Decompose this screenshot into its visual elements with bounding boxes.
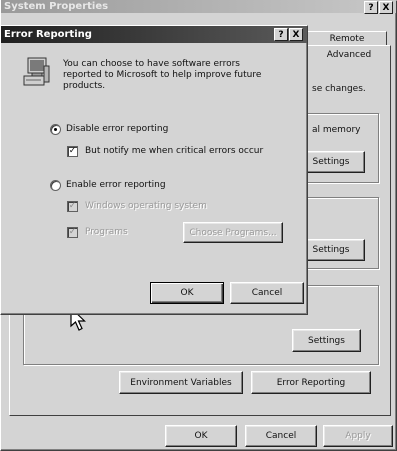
error-reporting-button[interactable]: Error Reporting bbox=[251, 371, 371, 394]
error-reporting-close-button[interactable]: X bbox=[289, 28, 303, 41]
system-properties-title-bar: System Properties bbox=[1, 0, 396, 13]
error-reporting-title: Error Reporting bbox=[4, 29, 92, 40]
error-reporting-help-button[interactable]: ? bbox=[274, 28, 288, 41]
tab-remote[interactable]: Remote bbox=[307, 31, 387, 45]
system-apply-button[interactable]: Apply bbox=[323, 425, 393, 447]
computer-icon bbox=[23, 57, 50, 86]
system-properties-close-button[interactable]: X bbox=[379, 1, 393, 14]
windows-os-checkbox[interactable]: ✓ bbox=[67, 201, 78, 212]
windows-os-label: Windows operating system bbox=[85, 201, 207, 211]
memory-partial-text: al memory bbox=[312, 125, 361, 135]
error-reporting-title-bar: Error Reporting bbox=[1, 26, 307, 43]
system-properties-help-button[interactable]: ? bbox=[364, 1, 378, 14]
error-reporting-cancel-button[interactable]: Cancel bbox=[230, 282, 304, 304]
error-reporting-dialog: Error Reporting ? X You can choose to ha… bbox=[0, 25, 308, 315]
choose-programs-button[interactable]: Choose Programs... bbox=[183, 222, 283, 243]
enable-error-reporting-radio[interactable] bbox=[50, 180, 61, 191]
programs-checkbox[interactable]: ✓ bbox=[67, 227, 78, 238]
error-reporting-description: You can choose to have software errors r… bbox=[63, 59, 262, 91]
disable-error-reporting-radio[interactable] bbox=[50, 124, 61, 135]
notify-critical-errors-checkbox[interactable]: ✓ bbox=[67, 146, 78, 157]
disable-error-reporting-label: Disable error reporting bbox=[66, 124, 169, 134]
startup-settings-button[interactable]: Settings bbox=[292, 329, 361, 352]
programs-label: Programs bbox=[85, 227, 128, 237]
changes-partial-text: se changes. bbox=[312, 84, 366, 94]
error-reporting-ok-button[interactable]: OK bbox=[150, 282, 224, 304]
environment-variables-button[interactable]: Environment Variables bbox=[119, 371, 243, 394]
notify-critical-errors-label: But notify me when critical errors occur bbox=[85, 146, 264, 156]
system-ok-button[interactable]: OK bbox=[165, 425, 237, 447]
system-properties-title: System Properties bbox=[4, 0, 109, 12]
enable-error-reporting-label: Enable error reporting bbox=[66, 180, 166, 190]
system-cancel-button[interactable]: Cancel bbox=[245, 425, 317, 447]
